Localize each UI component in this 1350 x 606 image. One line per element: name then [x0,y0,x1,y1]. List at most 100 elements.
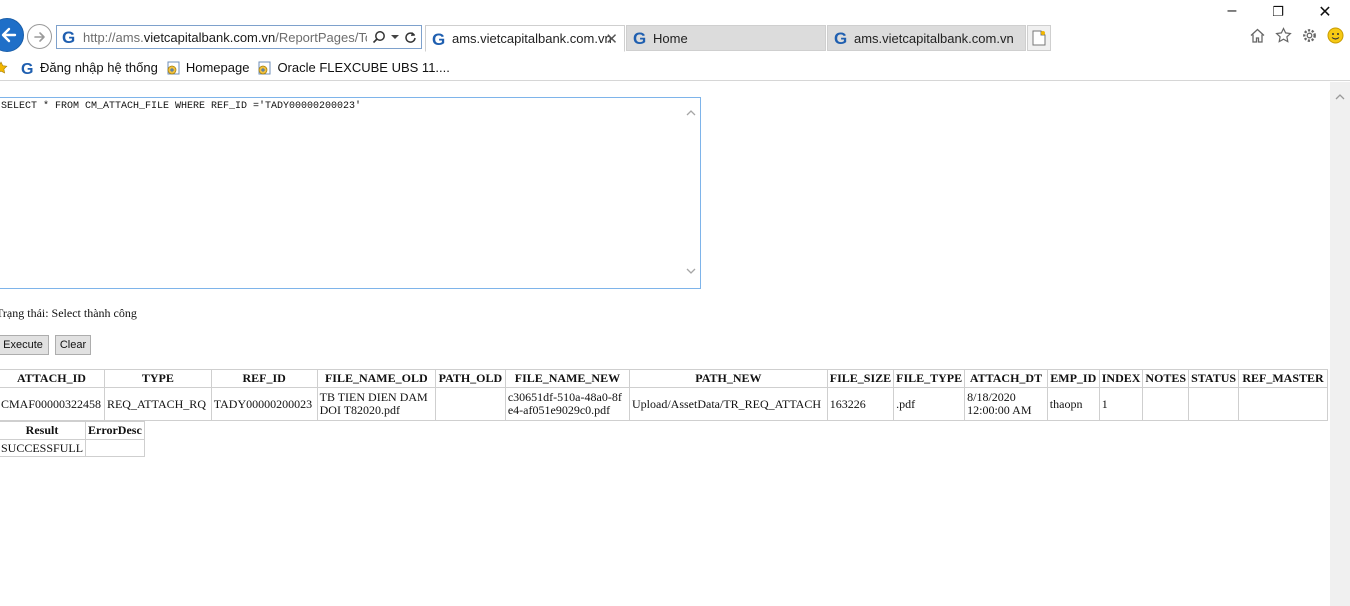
forward-button[interactable] [27,24,52,49]
table-cell [1142,387,1190,421]
webpage-icon [167,61,180,74]
sql-query-textarea[interactable]: SELECT * FROM CM_ATTACH_FILE WHERE REF_I… [0,97,701,289]
table-cell: CMAF00000322458 [0,387,105,421]
page-content: SELECT * FROM CM_ATTACH_FILE WHERE REF_I… [0,82,1330,606]
table-cell: c30651df-510a-48a0-8fe4-af051e9029c0.pdf [504,387,631,421]
table-row: CMAF00000322458 REQ_ATTACH_RQ TADY000002… [0,387,1328,421]
sql-query-text: SELECT * FROM CM_ATTACH_FILE WHERE REF_I… [1,101,362,112]
new-tab-button[interactable] [1027,25,1051,51]
column-header: ErrorDesc [85,421,145,440]
column-header: Result [0,421,87,440]
svg-text:G: G [21,61,33,76]
page-scrollbar[interactable] [1330,82,1350,606]
table-header-row: Result ErrorDesc [0,421,145,440]
google-logo-icon: G [21,61,33,76]
table-cell: 8/18/2020 12:00:00 AM [964,387,1048,421]
execute-button[interactable]: Execute [0,335,49,355]
arrow-left-icon [1,27,17,43]
favorite-label: Đăng nhập hệ thống [40,60,158,75]
favorite-login[interactable]: G Đăng nhập hệ thống [20,60,158,76]
address-bar[interactable]: G http://ams.vietcapitalbank.com.vn/Repo… [56,25,422,49]
dropdown-arrow-icon[interactable] [391,33,399,41]
column-header: TYPE [103,369,212,388]
address-host: http://ams. [83,29,144,45]
favorite-label: Oracle FLEXCUBE UBS 11.... [277,60,450,75]
column-header: NOTES [1142,369,1190,388]
search-icon[interactable] [372,30,386,44]
tab-label: ams.vietcapitalbank.com.vn [854,30,1014,46]
address-actions [372,28,417,46]
favorite-oracle-flexcube[interactable]: Oracle FLEXCUBE UBS 11.... [257,60,450,76]
column-header: FILE_NAME_NEW [504,369,631,388]
table-cell [85,439,145,457]
address-text[interactable]: http://ams.vietcapitalbank.com.vn/Report… [83,30,367,45]
toolbar-icons [1249,27,1344,44]
back-button[interactable] [0,18,24,52]
close-tab-icon[interactable]: ✕ [605,30,618,48]
favorite-homepage[interactable]: Homepage [166,60,250,76]
column-header: FILE_NAME_OLD [316,369,436,388]
minimize-button[interactable]: – [1222,2,1242,20]
table-cell: Upload/AssetData/TR_REQ_ATTACH [629,387,828,421]
google-logo-icon: G [834,29,847,47]
column-header: PATH_OLD [434,369,506,388]
scroll-up-arrow-icon[interactable] [1335,92,1345,102]
browser-chrome: G http://ams.vietcapitalbank.com.vn/Repo… [0,0,1350,82]
clear-button[interactable]: Clear [55,335,91,355]
google-logo-icon: G [432,30,445,48]
svg-text:G: G [633,29,646,47]
favorites-star-icon[interactable] [1275,27,1292,44]
google-logo-icon: G [62,28,75,46]
restore-button[interactable]: ❐ [1268,4,1288,20]
table-cell: 163226 [826,387,895,421]
table-cell [1238,387,1328,421]
column-header: ATTACH_ID [0,369,105,388]
tab-home[interactable]: G Home [626,25,826,51]
column-header: ATTACH_DT [964,369,1048,388]
smiley-feedback-icon[interactable] [1327,27,1344,44]
home-icon[interactable] [1249,27,1266,44]
column-header: REF_ID [210,369,318,388]
status-message: Trạng thái: Select thành công [0,306,137,320]
table-cell: REQ_ATTACH_RQ [103,387,212,421]
table-header-row: ATTACH_ID TYPE REF_ID FILE_NAME_OLD PATH… [0,369,1328,388]
webpage-icon [258,61,271,74]
table-cell: .pdf [893,387,966,421]
table-cell: thaopn [1046,387,1100,421]
refresh-icon[interactable] [404,31,417,44]
new-tab-icon [1032,30,1046,46]
table-cell [434,387,506,421]
close-window-button[interactable]: ✕ [1315,2,1335,22]
table-cell: SUCCESSFULL [0,439,87,457]
textarea-scrollbar[interactable] [683,99,699,287]
address-domain: vietcapitalbank.com.vn [143,29,276,45]
column-header: REF_MASTER [1238,369,1328,388]
table-cell: 1 [1098,387,1144,421]
execution-result-table: Result ErrorDesc SUCCESSFULL [0,421,145,457]
favorite-label: Homepage [185,60,250,75]
svg-text:G: G [834,29,847,47]
tab-label: Home [653,30,688,46]
table-cell: TADY00000200023 [210,387,318,421]
column-header: FILE_SIZE [826,369,895,388]
address-path: /ReportPages/Tools [275,29,367,45]
column-header: EMP_ID [1046,369,1100,388]
favorites-bar-add-icon-wrap[interactable] [0,60,12,75]
column-header: FILE_TYPE [893,369,966,388]
arrow-right-icon [33,31,45,42]
column-header: STATUS [1188,369,1240,388]
gear-icon[interactable] [1301,27,1318,44]
table-row: SUCCESSFULL [0,439,145,457]
svg-text:G: G [432,30,445,48]
table-cell [1188,387,1240,421]
favorites-bar: G Đăng nhập hệ thống Homepage Oracle FLE… [0,55,1350,81]
column-header: INDEX [1098,369,1144,388]
add-to-favorites-icon [0,60,8,74]
tab-ams-active[interactable]: G ams.vietcapitalbank.com.vn ✕ [425,25,625,52]
google-logo-icon: G [633,29,646,47]
column-header: PATH_NEW [629,369,828,388]
tab-ams-2[interactable]: G ams.vietcapitalbank.com.vn [827,25,1026,51]
tab-label: ams.vietcapitalbank.com.vn [452,31,612,46]
svg-text:G: G [62,28,75,46]
query-results-table: ATTACH_ID TYPE REF_ID FILE_NAME_OLD PATH… [0,369,1328,421]
